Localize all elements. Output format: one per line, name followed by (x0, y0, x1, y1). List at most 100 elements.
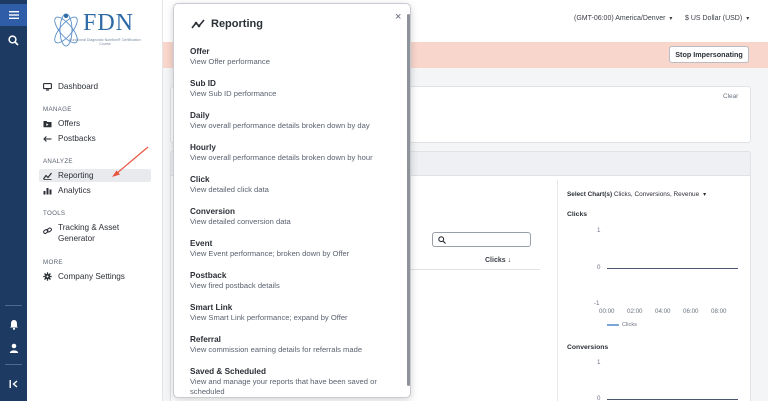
reporting-popover: Reporting × Offer View Offer performance S… (173, 3, 411, 398)
report-option-smart-link[interactable]: Smart Link View Smart Link performance; e… (190, 303, 400, 323)
y-tick-label: 1 (597, 359, 601, 366)
currency-selector[interactable]: $ US Dollar (USD) ▾ (685, 15, 749, 22)
reporting-icon (43, 172, 55, 180)
nav-section-analyze: ANALYZE (43, 158, 73, 165)
brand-logo[interactable]: FDN Functional Diagnostic Nutrition® Cer… (47, 8, 143, 64)
sidebar-item-label: Dashboard (58, 82, 99, 91)
y-tick-label: 1 (597, 227, 601, 234)
nav-section-tools: TOOLS (43, 210, 66, 217)
chevron-down-icon: ▾ (703, 192, 707, 198)
return-arrow-icon (43, 135, 55, 143)
chart-selector[interactable]: Select Chart(s) Clicks, Conversions, Rev… (567, 191, 706, 198)
y-tick-label: -1 (594, 300, 600, 307)
sidebar-item-label-line1: Tracking & Asset (58, 223, 120, 232)
report-option-title: Postback (190, 271, 227, 280)
report-option-title: Event (190, 239, 213, 248)
sidebar: FDN Functional Diagnostic Nutrition® Cer… (27, 0, 163, 401)
report-option-saved-scheduled[interactable]: Saved & Scheduled View and manage your re… (190, 367, 400, 397)
search-icon (438, 236, 446, 244)
report-option-click[interactable]: Click View detailed click data (190, 175, 400, 195)
notifications-button[interactable] (0, 313, 27, 335)
report-option-description: View overall performance details broken … (190, 121, 370, 130)
x-tick-label: 08:00 (711, 308, 727, 315)
chevron-down-icon: ▾ (669, 16, 673, 22)
nav-section-more: MORE (43, 259, 63, 266)
user-icon (9, 343, 19, 353)
menu-toggle-button[interactable] (0, 4, 27, 26)
table-search-input[interactable] (432, 232, 531, 247)
report-option-event[interactable]: Event View Event performance; broken down… (190, 239, 400, 259)
monitor-icon (43, 82, 55, 91)
report-option-postback[interactable]: Postback View fired postback details (190, 271, 400, 291)
chart-selector-label: Select Chart(s) (567, 191, 613, 198)
report-option-offer[interactable]: Offer View Offer performance (190, 47, 400, 67)
bell-icon (9, 319, 19, 330)
report-option-description: View Smart Link performance; expand by O… (190, 313, 348, 322)
report-option-title: Smart Link (190, 303, 233, 312)
collapse-icon (9, 379, 19, 389)
reporting-icon (191, 18, 205, 32)
report-option-description: View overall performance details broken … (190, 153, 373, 162)
timezone-value: (GMT-06:00) America/Denver (574, 15, 666, 22)
popover-scrollbar[interactable] (407, 14, 410, 386)
sidebar-item-label: Analytics (58, 186, 91, 195)
report-option-description: View fired postback details (190, 281, 280, 290)
sidebar-item-dashboard[interactable]: Dashboard (39, 80, 151, 93)
chart-title-clicks: Clicks (567, 211, 588, 218)
report-option-description: View detailed click data (190, 185, 269, 194)
timezone-selector[interactable]: (GMT-06:00) America/Denver ▾ (574, 15, 672, 22)
x-tick-label: 02:00 (627, 308, 643, 315)
chart-legend[interactable]: Clicks (607, 322, 637, 328)
y-tick-label: 0 (597, 395, 601, 401)
clear-filters-link[interactable]: Clear (723, 93, 738, 100)
report-option-hourly[interactable]: Hourly View overall performance details b… (190, 143, 400, 163)
sidebar-item-label-line2: Generator (58, 234, 95, 243)
x-tick-label: 04:00 (655, 308, 671, 315)
report-option-title: Saved & Scheduled (190, 367, 266, 376)
gear-icon (43, 272, 55, 281)
currency-value: $ US Dollar (USD) (685, 15, 743, 22)
report-option-referral[interactable]: Referral View commission earning details … (190, 335, 400, 355)
chart-title-conversions: Conversions (567, 344, 609, 351)
report-option-description: View commission earning details for refe… (190, 345, 363, 354)
report-option-title: Daily (190, 111, 210, 120)
logo-subtitle: Functional Diagnostic Nutrition® Certifi… (69, 38, 141, 47)
icon-rail (0, 0, 27, 401)
report-option-title: Click (190, 175, 210, 184)
rail-divider (5, 364, 22, 365)
report-option-description: View detailed conversion data (190, 217, 291, 226)
column-header-clicks[interactable]: Clicks ↓ (485, 257, 511, 264)
sidebar-item-offers[interactable]: Offers (39, 117, 151, 130)
report-option-sub-id[interactable]: Sub ID View Sub ID performance (190, 79, 400, 99)
report-option-description: View and manage your reports that have b… (190, 377, 377, 396)
sidebar-item-label: Postbacks (58, 134, 96, 143)
report-option-title: Hourly (190, 143, 216, 152)
rail-divider (5, 305, 22, 306)
profile-button[interactable] (0, 337, 27, 359)
link-icon (43, 227, 55, 235)
collapse-sidebar-button[interactable] (0, 373, 27, 395)
sidebar-item-label: Company Settings (58, 272, 125, 281)
report-option-title: Referral (190, 335, 221, 344)
sidebar-item-analytics[interactable]: Analytics (39, 184, 151, 197)
nav-section-manage: MANAGE (43, 106, 72, 113)
report-option-description: View Event performance; broken down by O… (190, 249, 350, 258)
sidebar-item-company-settings[interactable]: Company Settings (39, 270, 151, 283)
sidebar-item-tracking-asset-generator[interactable]: Tracking & Asset Generator (39, 221, 151, 245)
close-icon[interactable]: × (395, 11, 401, 23)
folder-icon (43, 120, 55, 128)
stop-impersonating-button[interactable]: Stop Impersonating (669, 46, 749, 63)
sidebar-item-label: Offers (58, 119, 81, 128)
report-option-conversion[interactable]: Conversion View detailed conversion data (190, 207, 400, 227)
chart-selector-value: Clicks, Conversions, Revenue (613, 191, 700, 198)
report-option-description: View Offer performance (190, 57, 270, 66)
x-tick-label: 00:00 (599, 308, 615, 315)
legend-swatch (607, 324, 619, 326)
legend-label: Clicks (622, 322, 637, 328)
report-option-title: Offer (190, 47, 210, 56)
hamburger-icon (8, 11, 19, 19)
search-button[interactable] (0, 29, 27, 51)
search-icon (8, 34, 19, 46)
y-tick-label: 0 (597, 264, 601, 271)
report-option-daily[interactable]: Daily View overall performance details br… (190, 111, 400, 131)
